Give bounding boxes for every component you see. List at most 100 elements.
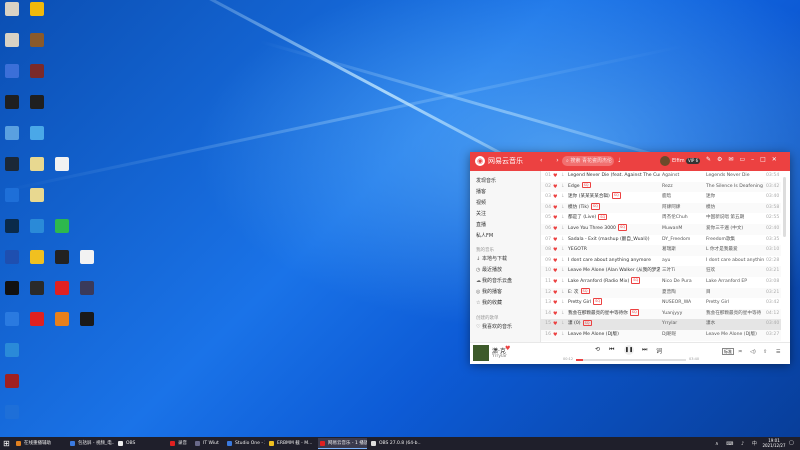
song-album[interactable]: Lake Arranford EP — [706, 277, 764, 288]
close-icon[interactable]: ✕ — [772, 156, 783, 163]
desktop-icon[interactable] — [76, 281, 98, 307]
download-icon[interactable]: ↓ — [561, 224, 565, 235]
maximize-icon[interactable]: □ — [760, 156, 772, 163]
song-artist[interactable]: Yuanjyyy — [662, 309, 702, 320]
like-heart-icon[interactable]: ♥ — [553, 330, 557, 341]
desktop-icon[interactable] — [26, 126, 48, 152]
song-title[interactable]: Leave Me Alone (DJ版) — [568, 330, 660, 341]
download-icon[interactable]: ↓ — [561, 298, 565, 309]
sidebar-item-favorites[interactable]: ☆ 我的收藏 — [476, 300, 502, 307]
song-album[interactable]: Freedom歌集 — [706, 235, 764, 246]
like-heart-icon[interactable]: ♥ — [553, 203, 557, 214]
effects-icon[interactable]: ♒ — [738, 349, 742, 355]
desktop-icon[interactable] — [26, 2, 48, 28]
desktop-icon[interactable] — [51, 250, 73, 276]
song-album[interactable]: The Silence Is Deafening — [706, 182, 764, 193]
pause-button[interactable]: ❚❚ — [624, 345, 634, 355]
now-playing-artist[interactable]: Yrrylar — [492, 354, 507, 359]
download-icon[interactable]: ↓ — [561, 235, 565, 246]
song-artist[interactable]: Against — [662, 171, 702, 182]
skin-icon[interactable]: ✎ — [706, 156, 717, 163]
desktop-icon[interactable] — [1, 219, 23, 245]
table-row[interactable]: 12 ♥ ↓ E: 次 SQ 夏普陶目 03:21 — [541, 287, 781, 299]
desktop-icon[interactable] — [1, 2, 23, 28]
share-icon[interactable]: ⇪ — [763, 349, 767, 355]
song-album[interactable]: 迷你 — [706, 192, 764, 203]
song-title[interactable]: Edge SQ — [568, 181, 660, 193]
song-title[interactable]: Pretty Girl SQ — [568, 298, 660, 309]
like-heart-icon[interactable]: ♥ — [553, 288, 557, 299]
desktop-icon[interactable] — [26, 281, 48, 307]
song-artist[interactable]: 鹿晗 — [662, 192, 702, 203]
desktop-icon[interactable] — [1, 157, 23, 183]
sidebar-item-recent[interactable]: ◷ 最近播放 — [476, 267, 502, 274]
sidebar-item-fm[interactable]: 私人FM — [476, 233, 493, 240]
desktop-icon[interactable] — [76, 312, 98, 338]
desktop-icon[interactable] — [1, 281, 23, 307]
song-album[interactable]: Legends Never Die — [706, 171, 764, 182]
sidebar-item-my-podcast[interactable]: ◎ 我的播客 — [476, 289, 502, 296]
song-artist[interactable]: Rezz — [662, 182, 702, 193]
song-title[interactable]: 迷你 (某某某某合辑) SQ — [568, 192, 660, 203]
song-title[interactable]: Leave Me Alone (Alan Walker (从我的梦游)) — [568, 266, 660, 277]
start-button[interactable]: ⊞ — [3, 439, 10, 448]
song-title[interactable]: Sadala - Exit (mashup (翻自_Wuali)) — [568, 235, 660, 246]
quality-badge[interactable]: 标准 — [722, 348, 734, 355]
previous-icon[interactable]: ⏮ — [609, 346, 614, 354]
taskbar-app-button[interactable]: 网易云音乐 - 1 播放 — [318, 438, 367, 449]
desktop-icon[interactable] — [26, 33, 48, 59]
taskbar-app-button[interactable]: 包括屏 - 视频_电... — [68, 438, 114, 449]
sidebar-item-liked[interactable]: ♡ 我喜欢的音乐 — [476, 324, 512, 331]
desktop-icon[interactable] — [51, 157, 73, 183]
desktop-icon[interactable] — [26, 219, 48, 245]
settings-icon[interactable]: ⚙ — [717, 156, 728, 163]
song-artist[interactable]: MuwanM — [662, 224, 702, 235]
song-title[interactable]: I dont care about anything anymore — [568, 256, 660, 267]
taskbar-app-button[interactable]: OBS — [116, 438, 166, 449]
table-row[interactable]: 03 ♥ ↓ 迷你 (某某某某合辑) SQ 鹿晗 迷你 03:40 — [541, 192, 781, 203]
desktop-icon[interactable] — [1, 126, 23, 152]
download-icon[interactable]: ↓ — [561, 330, 565, 341]
desktop-icon[interactable] — [1, 250, 23, 276]
taskbar-app-button[interactable]: IT Wiut — [193, 438, 223, 449]
table-row[interactable]: 11 ♥ ↓ Lake Arranford (Radio Mix) SQ Nico De … — [541, 277, 781, 288]
desktop-icon[interactable] — [26, 95, 48, 121]
table-row[interactable]: 01 ♥ ↓ Legend Never Die (feat. Against The … — [541, 171, 781, 182]
nav-arrows[interactable]: ‹ › — [540, 157, 565, 164]
taskbar-app-button[interactable]: Studio One - 202... — [225, 438, 265, 449]
sidebar-item-local[interactable]: ↓ 本地与下载 — [476, 256, 507, 263]
table-row[interactable]: 08 ♥ ↓ YEGOTR 葛瑞斯 L 你才是我最爱 03:10 — [541, 245, 781, 256]
loop-icon[interactable]: ⟲ — [595, 346, 600, 353]
sidebar-item-live[interactable]: 直播 — [476, 222, 486, 229]
search-input[interactable]: ⌕ 搜索 青花瓷周杰伦 — [562, 156, 614, 166]
like-heart-icon[interactable]: ♥ — [553, 309, 557, 320]
like-heart-icon[interactable]: ♥ — [553, 298, 557, 309]
song-album[interactable]: 我会在那颗最亮的星中等待 — [706, 309, 764, 320]
volume-icon[interactable]: ◁) — [750, 349, 756, 355]
download-icon[interactable]: ↓ — [561, 171, 565, 182]
download-icon[interactable]: ↓ — [561, 213, 565, 224]
download-icon[interactable]: ↓ — [561, 192, 565, 203]
taskbar-app-button[interactable]: ERBMM 截 - M... — [267, 438, 316, 449]
desktop-icon[interactable] — [1, 405, 23, 431]
mic-icon[interactable]: ♩ — [618, 157, 621, 164]
next-icon[interactable]: ⏭ — [642, 346, 647, 354]
song-album[interactable]: Pretty Girl — [706, 298, 764, 309]
taskbar-app-button[interactable]: OBS 27.0.8 (64-b... — [369, 438, 421, 449]
mail-icon[interactable]: ✉ — [728, 156, 739, 163]
song-album[interactable]: 潇水 — [706, 319, 764, 330]
song-title[interactable]: 潇 (0) SQ — [568, 319, 660, 330]
song-title[interactable]: YEGOTR — [568, 245, 660, 256]
song-album[interactable]: 目 — [706, 288, 764, 299]
song-artist[interactable]: 阿肆阿肆 — [662, 203, 702, 214]
song-album[interactable]: 模仿 — [706, 203, 764, 214]
table-row[interactable]: 04 ♥ ↓ 模仿 (Tik) SQ 阿肆阿肆 模仿 03:58 — [541, 202, 781, 214]
table-row[interactable]: 02 ♥ ↓ Edge SQ Rezz The Silence Is Deafening 03… — [541, 181, 781, 193]
song-artist[interactable]: Yrrylar — [662, 319, 702, 330]
table-row[interactable]: 05 ♥ ↓ 都是了 (Live) SQ 周杰伦Chuh 中国新说唱 第五期 02:55 — [541, 213, 781, 224]
download-icon[interactable]: ↓ — [561, 319, 565, 330]
song-artist[interactable]: 周杰伦Chuh — [662, 213, 702, 224]
download-icon[interactable]: ↓ — [561, 182, 565, 193]
taskbar-app-button[interactable]: 在线重播辅助 — [14, 438, 66, 449]
like-heart-icon[interactable]: ♥ — [553, 182, 557, 193]
